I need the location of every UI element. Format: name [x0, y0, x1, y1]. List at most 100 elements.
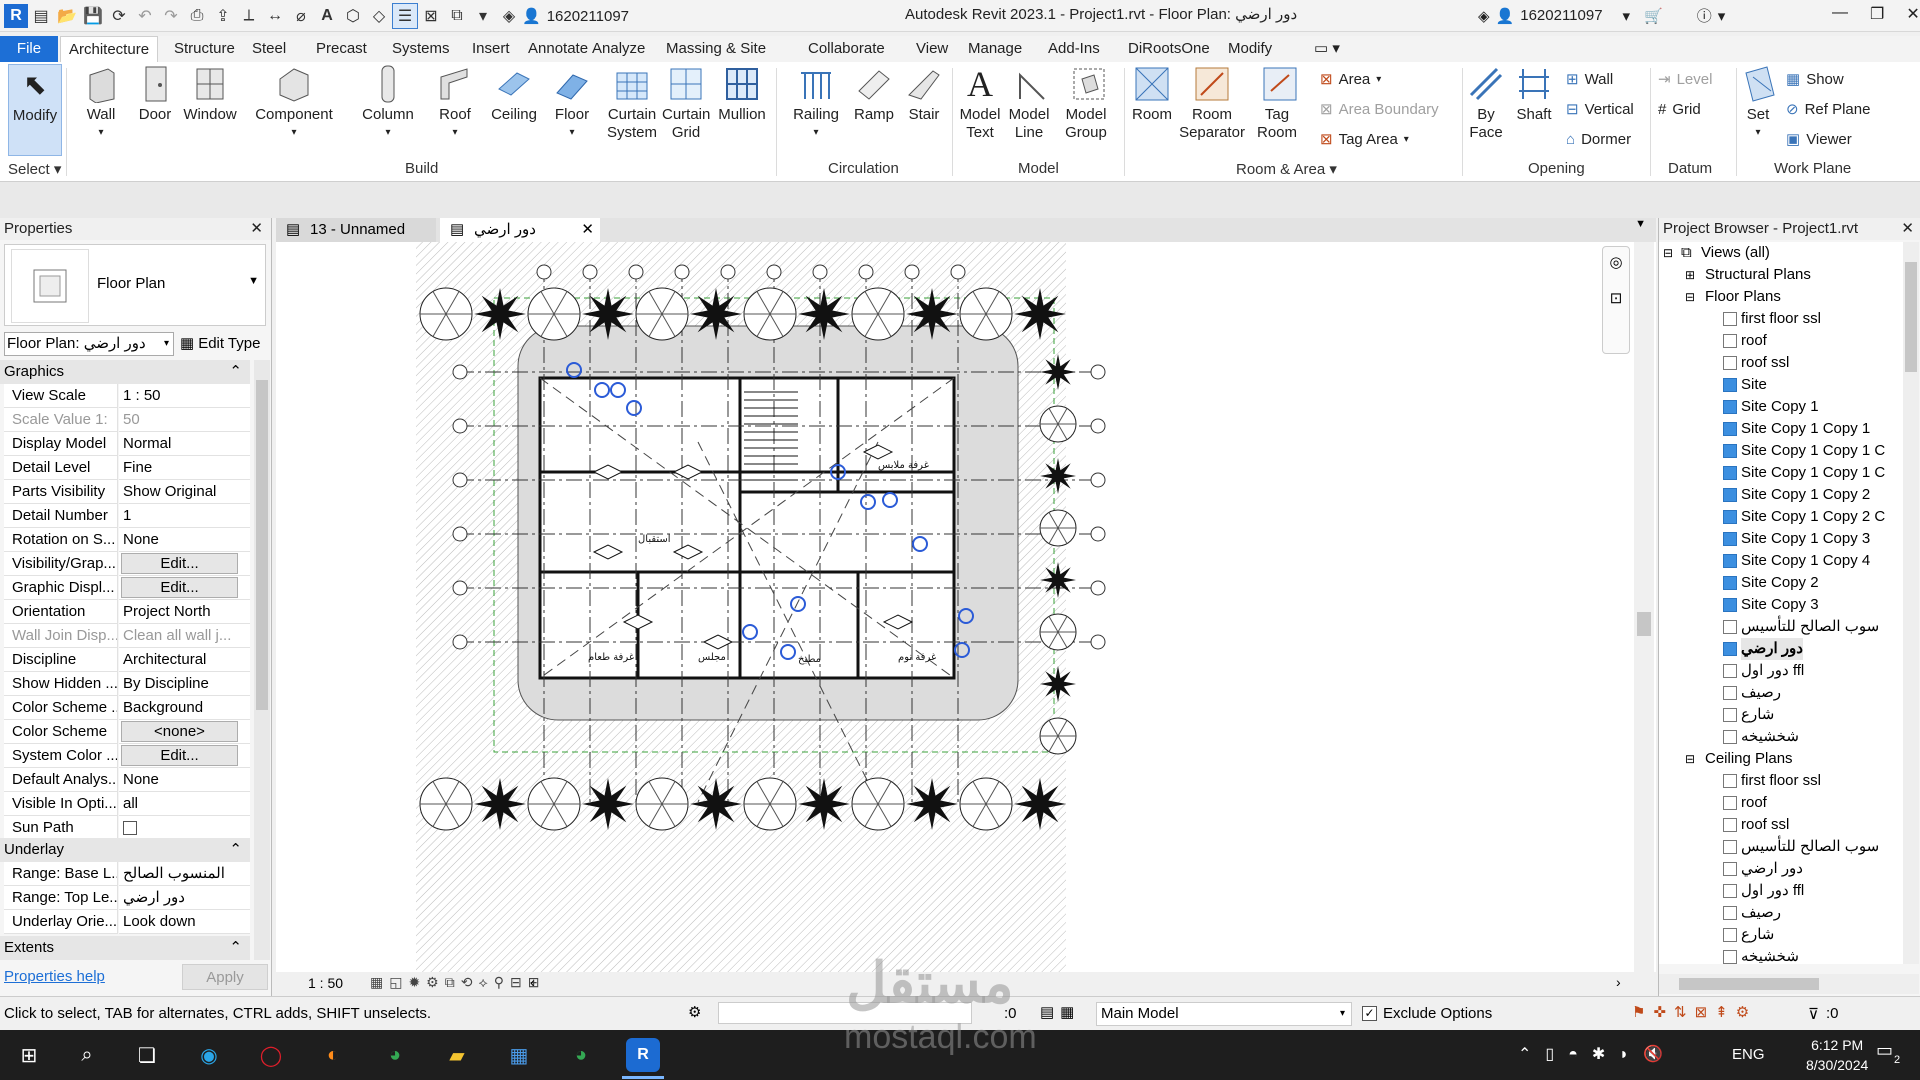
property-value[interactable]: Background — [119, 696, 250, 720]
collapse-icon[interactable]: ⊟ — [1663, 242, 1673, 264]
property-value[interactable] — [119, 816, 250, 840]
measure-icon[interactable]: ⟂ — [236, 3, 262, 29]
property-value[interactable]: Show Original — [119, 480, 250, 504]
design-options-icons[interactable]: ▤▦ — [1040, 1003, 1080, 1021]
tab-insert[interactable]: Insert — [464, 36, 518, 62]
tag-area-button[interactable]: ⊠ Tag Area ▾ — [1320, 128, 1409, 150]
restore-icon[interactable]: ❐ — [1870, 4, 1884, 24]
properties-scrollbar[interactable] — [254, 360, 270, 960]
floor-plan-drawing[interactable]: غرفة طعام مجلس غرفة نوم استقبال غرفة ملابس مط… — [278, 242, 1638, 972]
curtain-grid-button[interactable]: Curtain Grid — [662, 64, 710, 142]
save-icon[interactable]: 💾 — [80, 3, 106, 29]
tab-architecture[interactable]: Architecture — [60, 36, 159, 62]
roof-button[interactable]: Roof ▾ — [430, 64, 480, 142]
binoculars-icon[interactable]: ◈ — [496, 3, 522, 29]
close-hidden-icon[interactable]: ⊠ — [418, 3, 444, 29]
edge-icon[interactable]: ◉ — [192, 1038, 226, 1072]
wall-button[interactable]: Wall ▾ — [76, 64, 126, 142]
tab-dirootsone[interactable]: DiRootsOne — [1120, 36, 1218, 62]
section-icon[interactable]: ◇ — [366, 3, 392, 29]
expand-icon[interactable]: ⊞ — [1685, 264, 1695, 286]
browser-hscroll[interactable] — [1659, 974, 1919, 994]
railing-button[interactable]: Railing ▾ — [788, 64, 844, 142]
tab-massing-site[interactable]: Massing & Site — [658, 36, 774, 62]
dimension-icon[interactable]: ↔ — [262, 3, 288, 29]
underlay-section[interactable]: Underlay ⌃ — [0, 838, 250, 862]
property-value[interactable]: المنسوب الصالح — [119, 862, 250, 886]
notifications-icon[interactable]: ▭ — [1876, 1040, 1893, 1061]
tabs-dropdown-icon[interactable]: ▼ — [1635, 218, 1646, 230]
column-button[interactable]: Column ▾ — [358, 64, 418, 142]
tag-icon[interactable]: ⌀ — [288, 3, 314, 29]
export-icon[interactable]: ⇪ — [210, 3, 236, 29]
exclude-options-toggle[interactable]: ✓ Exclude Options — [1362, 1005, 1492, 1022]
vertical-scrollbar[interactable] — [1634, 242, 1654, 972]
property-value[interactable]: By Discipline — [119, 672, 250, 696]
property-edit-button[interactable]: <none> — [121, 721, 238, 742]
text-icon[interactable]: A — [314, 3, 340, 29]
scrollbar-thumb[interactable] — [1905, 262, 1917, 372]
show-work-plane-button[interactable]: ▦ Show — [1786, 68, 1844, 90]
tab-precast[interactable]: Precast — [308, 36, 375, 62]
view-scale[interactable]: 1 : 50 — [308, 975, 343, 991]
print-icon[interactable]: ⎙ — [184, 3, 210, 29]
property-value[interactable]: None — [119, 768, 250, 792]
tab-file[interactable]: File — [0, 36, 58, 62]
property-value[interactable]: None — [119, 528, 250, 552]
property-edit-button[interactable]: Edit... — [121, 577, 238, 598]
shaft-button[interactable]: Shaft — [1512, 64, 1556, 124]
curtain-system-button[interactable]: Curtain System — [602, 64, 662, 142]
user-account-right[interactable]: ◈ 👤 1620211097 ▾ 🛒 ⓘ ▾ — [1478, 5, 1725, 26]
tab-systems[interactable]: Systems — [384, 36, 458, 62]
tab-analyze[interactable]: Analyze — [584, 36, 653, 62]
opera-icon[interactable]: ◯ — [254, 1038, 288, 1072]
plan-canvas[interactable]: غرفة طعام مجلس غرفة نوم استقبال غرفة ملابس مط… — [278, 242, 1638, 972]
chrome-profile-icon[interactable]: ◕ — [564, 1038, 598, 1072]
store-icon[interactable]: ▦ — [502, 1038, 536, 1072]
task-view-icon[interactable]: ❏ — [130, 1038, 164, 1072]
file-explorer-icon[interactable]: ▰ — [440, 1038, 474, 1072]
properties-help-link[interactable]: Properties help — [4, 968, 105, 985]
graphics-section[interactable]: Graphics ⌃ — [0, 360, 250, 384]
ceiling-button[interactable]: Ceiling — [486, 64, 542, 124]
close-icon[interactable]: ✕ — [250, 218, 263, 240]
collapse-icon[interactable]: ⊟ — [1685, 286, 1695, 308]
tab-collaborate[interactable]: Collaborate — [800, 36, 893, 62]
property-value[interactable]: Fine — [119, 456, 250, 480]
view-tab-ground-floor[interactable]: ▤ دور ارضي ✕ — [440, 218, 600, 242]
recent-files-icon[interactable]: ▤ — [28, 3, 54, 29]
viewer-button[interactable]: ▣ Viewer — [1786, 128, 1852, 150]
scrollbar-thumb[interactable] — [1637, 612, 1651, 636]
close-icon[interactable]: ✕ — [1906, 4, 1919, 24]
close-icon[interactable]: ✕ — [1901, 218, 1914, 240]
checkbox[interactable] — [123, 821, 137, 835]
tag-room-button[interactable]: Tag Room — [1252, 64, 1308, 142]
wall-opening-button[interactable]: ⊞ Wall — [1566, 68, 1613, 90]
revit-taskbar-icon[interactable]: R — [626, 1038, 660, 1072]
chrome-icon[interactable]: ◕ — [378, 1038, 412, 1072]
3d-view-icon[interactable]: ⬡ — [340, 3, 366, 29]
sync-icon[interactable]: ⟳ — [106, 3, 132, 29]
apply-button[interactable]: Apply — [182, 964, 268, 990]
tab-view[interactable]: View — [908, 36, 956, 62]
scrollbar-thumb[interactable] — [1679, 978, 1819, 990]
component-button[interactable]: Component ▾ — [252, 64, 336, 142]
design-option-select[interactable]: Main Model ▾ — [1096, 1002, 1352, 1026]
browser-vscroll[interactable] — [1903, 242, 1919, 964]
clock[interactable]: 6:12 PM 8/30/2024 — [1806, 1035, 1868, 1075]
thin-lines-icon[interactable]: ☰ — [392, 3, 418, 29]
view-control-icons[interactable]: ▦◱✹⚙⧉⟲⟡⚲⊟⊞ — [370, 974, 545, 991]
help-icon[interactable]: ⓘ — [1697, 5, 1712, 26]
property-edit-button[interactable]: Edit... — [121, 745, 238, 766]
by-face-button[interactable]: By Face — [1466, 64, 1506, 142]
ref-plane-button[interactable]: ⊘ Ref Plane — [1786, 98, 1870, 120]
room-button[interactable]: Room — [1128, 64, 1176, 124]
instance-filter-select[interactable]: Floor Plan: دور ارضي ▾ — [4, 332, 174, 356]
tab-structure[interactable]: Structure — [166, 36, 243, 62]
selection-toggles[interactable]: ⚑✜⇅⊠⇞⚙ — [1632, 1003, 1757, 1021]
filter-icon[interactable]: ⊽ — [1808, 1005, 1819, 1023]
room-separator-button[interactable]: Room Separator — [1176, 64, 1248, 142]
zoom-icon[interactable]: ⊡ — [1603, 289, 1629, 307]
view-tab-unnamed[interactable]: ▤ 13 - Unnamed — [276, 218, 436, 242]
vertical-opening-button[interactable]: ⊟ Vertical — [1566, 98, 1634, 120]
